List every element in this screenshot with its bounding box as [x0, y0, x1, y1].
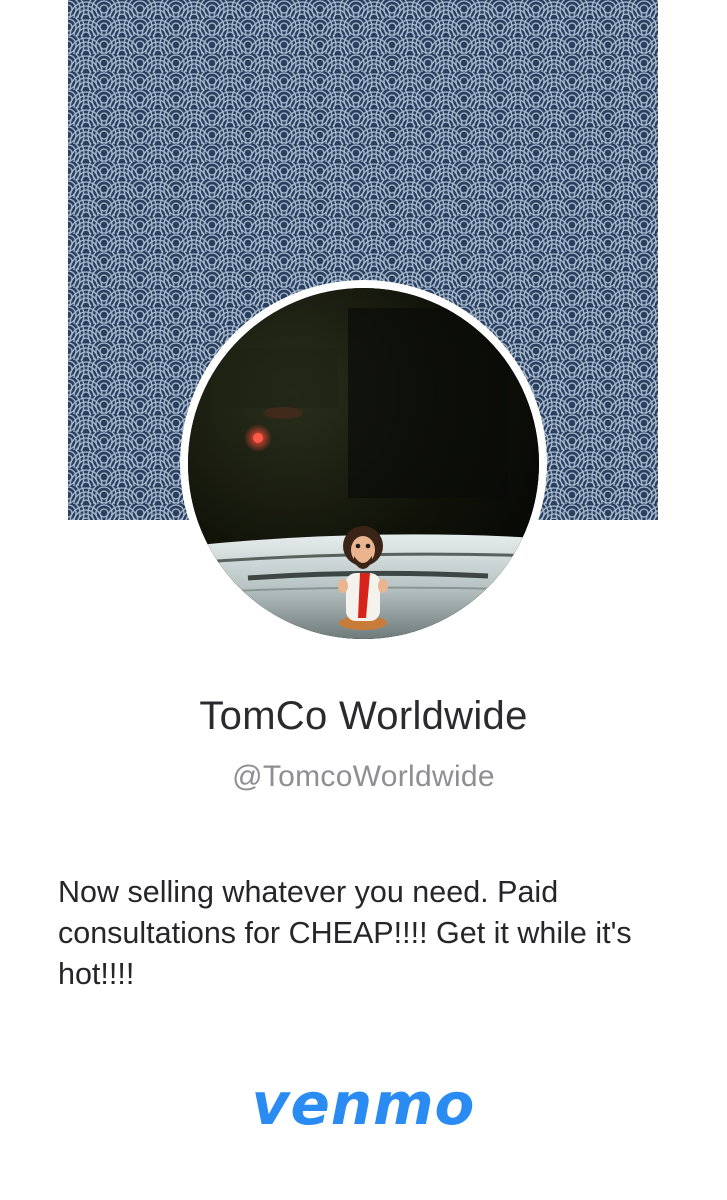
venmo-logo: venmo: [251, 1070, 476, 1138]
profile-bio: Now selling whatever you need. Paid cons…: [58, 875, 632, 991]
avatar[interactable]: [188, 288, 539, 639]
username: @TomcoWorldwide: [232, 760, 495, 793]
display-name: TomCo Worldwide: [199, 694, 528, 738]
avatar-frame[interactable]: [180, 280, 547, 647]
